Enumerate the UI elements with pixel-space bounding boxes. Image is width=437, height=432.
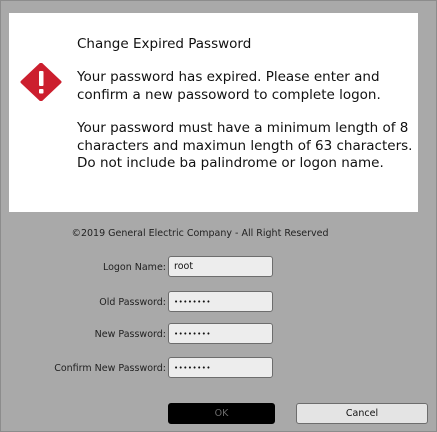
new-password-label: New Password: xyxy=(94,329,166,340)
logon-name-input[interactable] xyxy=(168,256,273,277)
message-title: Change Expired Password xyxy=(77,36,252,52)
alert-icon xyxy=(20,63,62,101)
message-panel: Change Expired Password Your password ha… xyxy=(9,13,418,212)
copyright-text: ©2019 General Electric Company - All Rig… xyxy=(71,228,329,239)
new-password-input[interactable] xyxy=(168,323,273,344)
ok-button[interactable]: OK xyxy=(168,403,275,424)
confirm-password-label: Confirm New Password: xyxy=(54,363,166,374)
confirm-password-input[interactable] xyxy=(168,357,273,378)
old-password-input[interactable] xyxy=(168,291,273,312)
logon-name-label: Logon Name: xyxy=(102,262,166,273)
message-paragraph-expired: Your password has expired. Please enter … xyxy=(77,69,381,103)
cancel-button[interactable]: Cancel xyxy=(296,403,428,424)
old-password-label: Old Password: xyxy=(99,297,166,308)
message-paragraph-requirements: Your password must have a minimum length… xyxy=(77,120,413,171)
